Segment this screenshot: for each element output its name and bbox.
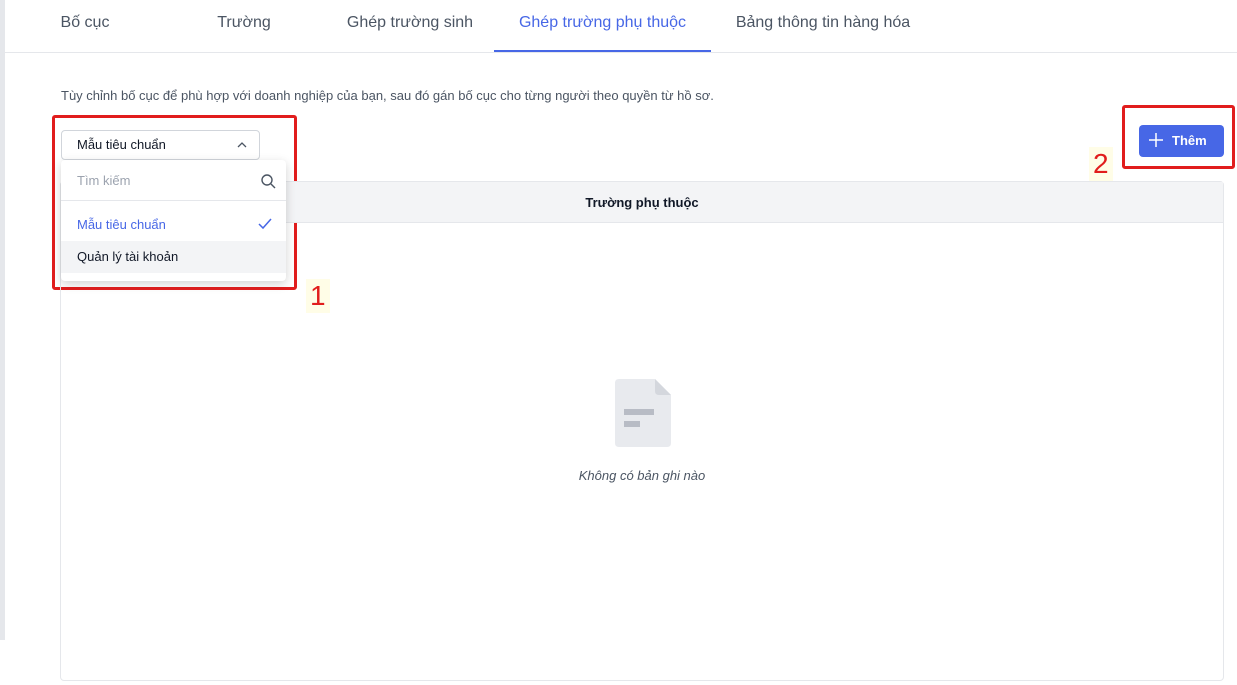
tab-bang-thong-tin-hang-hoa[interactable]: Bảng thông tin hàng hóa (723, 0, 923, 52)
left-edge-divider (0, 0, 5, 640)
check-icon (258, 218, 272, 230)
tab-bo-cuc[interactable]: Bố cục (35, 0, 135, 52)
empty-state-text: Không có bản ghi nào (578, 468, 706, 483)
annotation-box-2 (1122, 105, 1235, 169)
search-placeholder: Tìm kiếm (77, 173, 131, 188)
annotation-number-2: 2 (1089, 147, 1113, 181)
search-icon (261, 174, 276, 189)
tab-bar: Bố cục Trường Ghép trường sinh Ghép trườ… (5, 0, 1237, 53)
dropdown-option-mau-tieu-chuan[interactable]: Mẫu tiêu chuẩn (61, 209, 286, 241)
tab-ghep-truong-phu-thuoc[interactable]: Ghép trường phụ thuộc (494, 0, 711, 52)
option-label: Quản lý tài khoản (77, 249, 179, 264)
tab-truong[interactable]: Trường (198, 0, 290, 52)
tab-ghep-truong-sinh[interactable]: Ghép trường sinh (335, 0, 485, 52)
dropdown-option-quan-ly-tai-khoan[interactable]: Quản lý tài khoản (61, 241, 286, 273)
option-label: Mẫu tiêu chuẩn (77, 217, 166, 232)
dropdown-search-input[interactable]: Tìm kiếm (61, 160, 286, 201)
empty-document-icon (615, 379, 671, 447)
page-description: Tùy chỉnh bố cục để phù hợp với doanh ng… (61, 88, 714, 103)
layout-dropdown: Tìm kiếm Mẫu tiêu chuẩn Quản lý tài khoả… (61, 160, 286, 281)
